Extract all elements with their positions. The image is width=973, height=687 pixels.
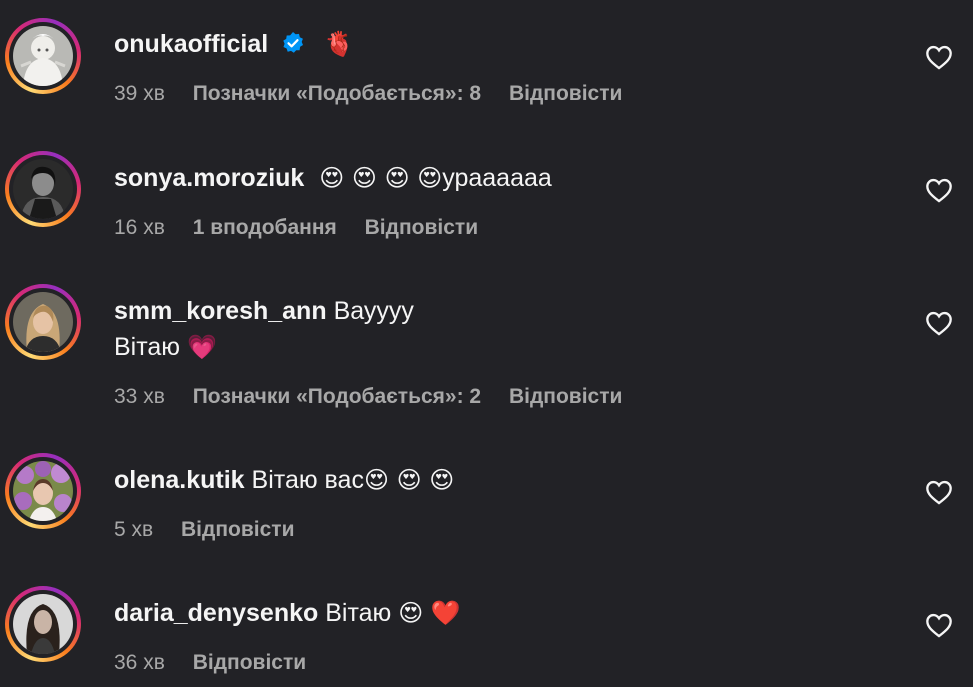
comment-time[interactable]: 16 хв	[114, 216, 165, 240]
comment-username[interactable]: olena.kutik	[114, 466, 245, 494]
avatar[interactable]	[13, 461, 73, 521]
comment-time[interactable]: 5 хв	[114, 518, 153, 542]
comment-meta: 39 хв Позначки «Подобається»: 8 Відповіс…	[114, 82, 644, 106]
comment-time[interactable]: 33 хв	[114, 385, 165, 409]
reply-button[interactable]: Відповісти	[365, 216, 478, 240]
story-ring[interactable]	[5, 453, 81, 529]
heart-outline-icon[interactable]	[925, 177, 953, 203]
heart-outline-icon[interactable]	[925, 612, 953, 638]
reply-button[interactable]: Відповісти	[509, 82, 622, 106]
reply-button[interactable]: Відповісти	[193, 651, 306, 675]
comment-meta: 5 хв Відповісти	[114, 518, 316, 542]
comment-username[interactable]: sonya.moroziuk	[114, 164, 304, 192]
pink-heart-emoji: 💗	[187, 333, 217, 361]
reply-button[interactable]: Відповісти	[509, 385, 622, 409]
heart-outline-icon[interactable]	[925, 479, 953, 505]
story-ring[interactable]	[5, 18, 81, 94]
comment-username[interactable]: onukaofficial	[114, 30, 268, 58]
comment-username[interactable]: smm_koresh_ann	[114, 297, 327, 325]
comment-username[interactable]: daria_denysenko	[114, 599, 318, 627]
heart-eyes-emoji: 😍 😍 😍 😍	[319, 164, 443, 192]
reply-button[interactable]: Відповісти	[181, 518, 294, 542]
likes-count[interactable]: Позначки «Подобається»: 8	[193, 82, 481, 106]
heart-eyes-emoji: 😍 😍 😍	[363, 466, 455, 494]
likes-count[interactable]: 1 вподобання	[193, 216, 337, 240]
verified-badge-icon	[281, 29, 305, 65]
heart-eyes-emoji: 😍 ❤️	[398, 599, 461, 627]
comment-meta: 36 хв Відповісти	[114, 651, 328, 675]
comment-meta: 33 хв Позначки «Подобається»: 2 Відповіс…	[114, 385, 644, 409]
comment-time[interactable]: 39 хв	[114, 82, 165, 106]
avatar[interactable]	[13, 292, 73, 352]
heart-outline-icon[interactable]	[925, 44, 953, 70]
heart-outline-icon[interactable]	[925, 310, 953, 336]
likes-count[interactable]: Позначки «Подобається»: 2	[193, 385, 481, 409]
comment-text-line2: Вітаю	[114, 333, 181, 361]
avatar[interactable]	[13, 26, 73, 86]
comment-text: урааааaa	[442, 164, 552, 192]
comments-list: onukaofficial 🫀 39 хв Позначки «Подобаєт…	[0, 0, 973, 687]
anatomical-heart-emoji: 🫀	[324, 30, 354, 58]
story-ring[interactable]	[5, 151, 81, 227]
avatar[interactable]	[13, 594, 73, 654]
story-ring[interactable]	[5, 284, 81, 360]
story-ring[interactable]	[5, 586, 81, 662]
comment-time[interactable]: 36 хв	[114, 651, 165, 675]
comment-text: Вауууу	[333, 297, 414, 325]
comment-meta: 16 хв 1 вподобання Відповісти	[114, 216, 500, 240]
comment-text: Вітаю вас	[251, 466, 364, 494]
comment-text: Вітаю	[325, 599, 392, 627]
avatar[interactable]	[13, 159, 73, 219]
